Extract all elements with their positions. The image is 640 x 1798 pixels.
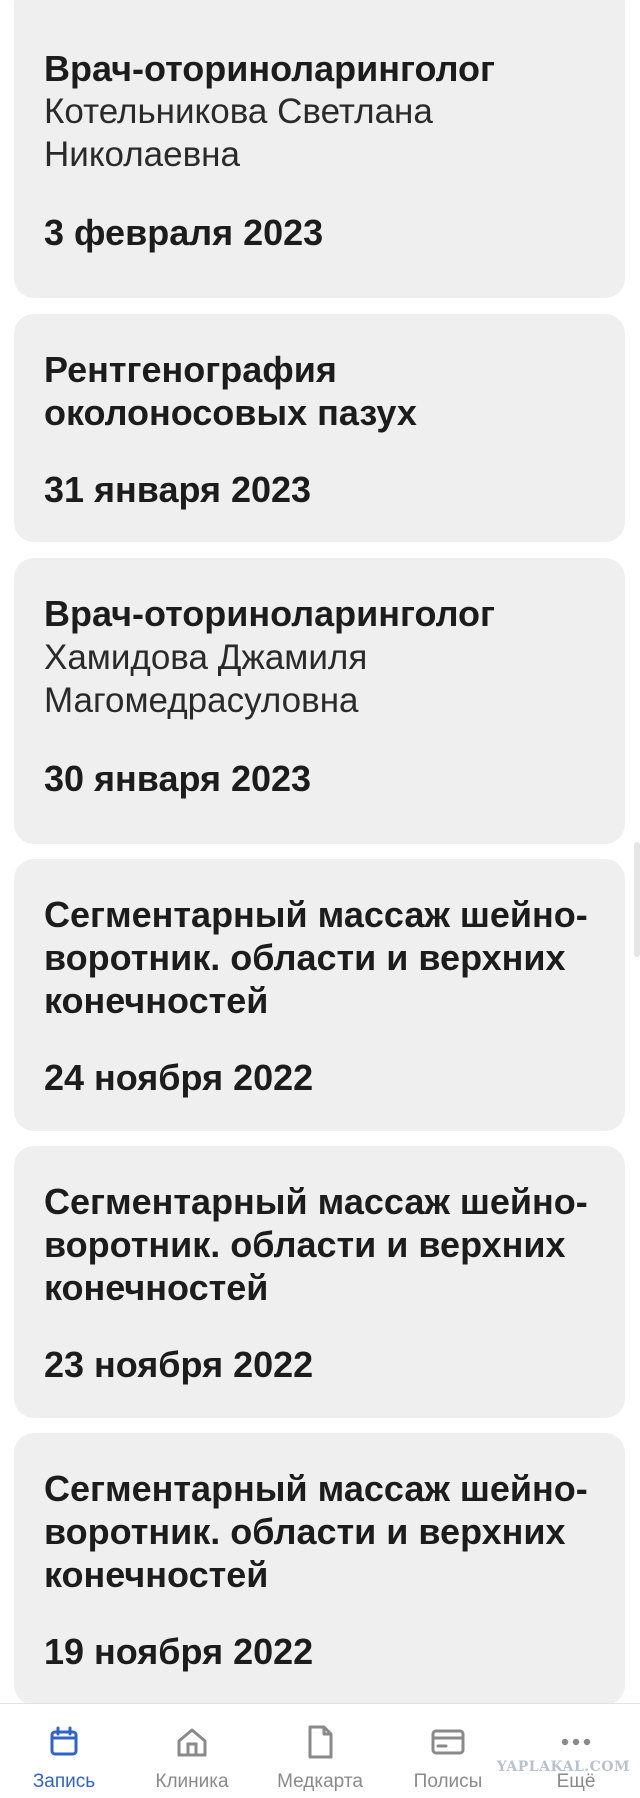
appointment-date: 31 января 2023 [44, 469, 312, 510]
tab-eshche[interactable]: Ещё [512, 1704, 640, 1798]
card-icon [431, 1729, 465, 1755]
appointment-date: 30 января 2023 [44, 758, 312, 799]
appointment-card[interactable]: Врач-оториноларинголог Котельникова Свет… [14, 0, 625, 298]
appointment-date: 24 ноября 2022 [44, 1057, 314, 1098]
tab-polisy[interactable]: Полисы [384, 1704, 512, 1798]
bottom-tab-bar: Запись Клиника Медкарта Полисы Ещё [0, 1703, 640, 1797]
scrollbar[interactable] [634, 842, 640, 957]
appointment-title: Сегментарный массаж шейно-воротник. обла… [44, 1181, 588, 1308]
appointment-date: 19 ноября 2022 [44, 1631, 314, 1672]
appointment-card[interactable]: Сегментарный массаж шейно-воротник. обла… [14, 1433, 625, 1703]
appointment-date: 3 февраля 2023 [44, 212, 324, 253]
appointment-title: Врач-оториноларинголог [44, 593, 495, 634]
watermark: YAPLAKAL.COM [496, 1759, 630, 1775]
appointment-title: Врач-оториноларинголог [44, 48, 495, 89]
appointment-card[interactable]: Сегментарный массаж шейно-воротник. обла… [14, 859, 625, 1131]
appointment-title: Рентгенография околоносовых пазух [44, 349, 417, 433]
tab-label: Запись [32, 1771, 96, 1792]
appointments-list: Врач-оториноларинголог Котельникова Свет… [0, 0, 640, 1703]
appointment-card[interactable]: Сегментарный массаж шейно-воротник. обла… [14, 1146, 625, 1418]
tab-zapis[interactable]: Запись [0, 1704, 128, 1798]
appointment-card[interactable]: Врач-оториноларинголог Хамидова Джамиля … [14, 558, 625, 844]
appointment-doctor: Котельникова Светлана Николаевна [44, 92, 433, 174]
tab-label: Клиника [155, 1771, 229, 1792]
tab-medkarta[interactable]: Медкарта [256, 1704, 384, 1798]
home-icon [177, 1728, 207, 1757]
appointment-date: 23 ноября 2022 [44, 1344, 314, 1385]
calendar-icon [50, 1726, 78, 1756]
appointment-doctor: Хамидова Джамиля Магомедрасуловна [44, 638, 368, 720]
more-icon [561, 1738, 591, 1746]
tab-label: Полисы [413, 1771, 483, 1792]
tab-klinika[interactable]: Клиника [128, 1704, 256, 1798]
document-icon [308, 1725, 333, 1759]
appointment-title: Сегментарный массаж шейно-воротник. обла… [44, 1468, 588, 1595]
appointment-title: Сегментарный массаж шейно-воротник. обла… [44, 894, 588, 1021]
tab-label: Медкарта [277, 1771, 363, 1792]
appointment-card[interactable]: Рентгенография околоносовых пазух 31 янв… [14, 314, 625, 542]
